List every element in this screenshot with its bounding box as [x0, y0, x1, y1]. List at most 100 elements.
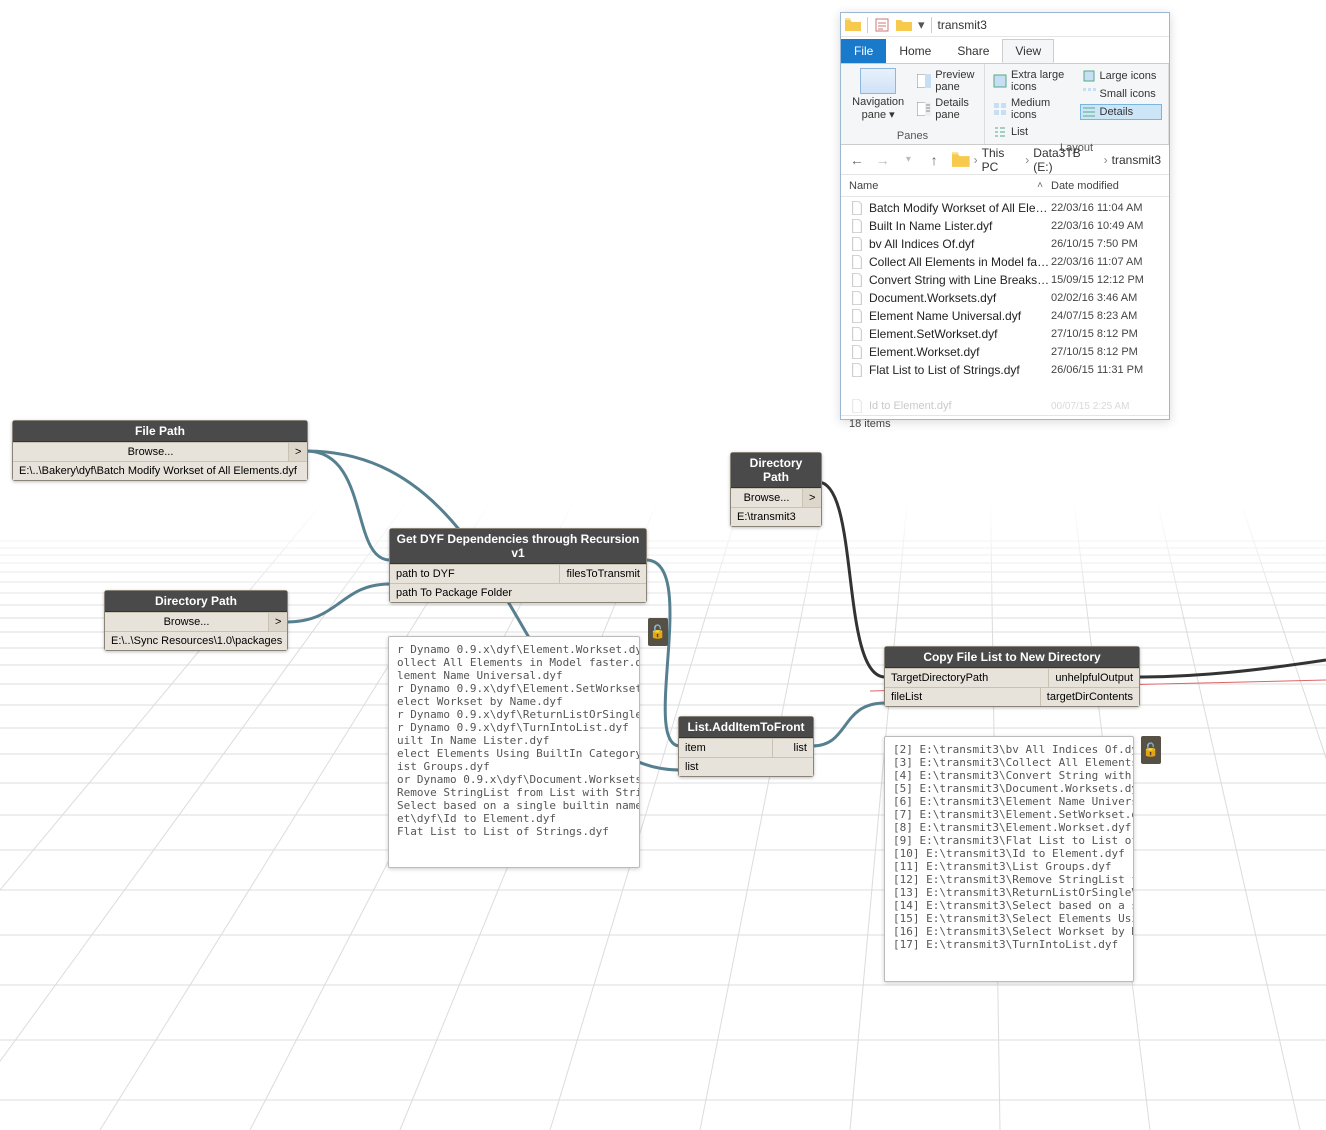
recent-locations-button[interactable]: ▾: [901, 154, 917, 165]
file-date: 15/09/15 12:12 PM: [1051, 274, 1161, 286]
list-item[interactable]: Element.Workset.dyf27/10/15 8:12 PM: [841, 343, 1169, 361]
input-port-file-list[interactable]: fileList: [885, 688, 1041, 706]
node-directory-path-packages[interactable]: Directory Path Browse... > E:\..\Sync Re…: [104, 590, 288, 651]
file-name: Element.SetWorkset.dyf: [869, 327, 1051, 341]
file-icon: [849, 272, 865, 288]
details-view-icon: [1082, 105, 1096, 119]
input-port-target-directory-path[interactable]: TargetDirectoryPath: [885, 669, 1049, 687]
details-pane-button[interactable]: Details pane: [915, 96, 978, 122]
qat-dropdown-icon[interactable]: ▾: [918, 17, 925, 33]
output-chevron[interactable]: >: [269, 613, 287, 631]
file-icon: [849, 236, 865, 252]
ribbon: Navigation pane ▾ Preview pane Details p…: [841, 63, 1169, 145]
list-item[interactable]: Element Name Universal.dyf24/07/15 8:23 …: [841, 307, 1169, 325]
breadcrumb-folder: transmit3: [1112, 153, 1161, 167]
node-file-path[interactable]: File Path Browse... > E:\..\Bakery\dyf\B…: [12, 420, 308, 481]
extra-large-icons-button[interactable]: Extra large icons: [991, 68, 1074, 94]
tab-home[interactable]: Home: [886, 39, 944, 63]
large-icons-button[interactable]: Large icons: [1080, 68, 1163, 84]
file-date: 22/03/16 10:49 AM: [1051, 220, 1161, 232]
preview-pane-icon: [917, 74, 931, 88]
forward-button[interactable]: →: [875, 152, 891, 168]
output-chevron[interactable]: >: [803, 489, 821, 507]
list-item-truncated: Id to Element.dyf 00/07/15 2:25 AM: [841, 397, 1169, 415]
node-title: File Path: [13, 421, 307, 442]
column-name[interactable]: Name ˄: [849, 180, 1051, 192]
dynamo-canvas[interactable]: File Path Browse... > E:\..\Bakery\dyf\B…: [0, 0, 1326, 1130]
output-port-target-dir-contents[interactable]: targetDirContents: [1041, 688, 1139, 706]
file-icon: [849, 308, 865, 324]
file-date: 27/10/15 8:12 PM: [1051, 346, 1161, 358]
sort-indicator-icon: ˄: [1037, 180, 1043, 191]
list-item[interactable]: Flat List to List of Strings.dyf26/06/15…: [841, 361, 1169, 379]
list-item[interactable]: Collect All Elements in Model faster.dyf…: [841, 253, 1169, 271]
output-port-files-to-transmit[interactable]: filesToTransmit: [560, 565, 646, 583]
up-button[interactable]: ↑: [926, 152, 942, 168]
input-port-path-to-dyf[interactable]: path to DYF: [390, 565, 560, 583]
file-icon: [849, 290, 865, 306]
file-name: Collect All Elements in Model faster.dyf: [869, 255, 1051, 269]
node-directory-path-transmit[interactable]: Directory Path Browse... > E:\transmit3: [730, 452, 822, 527]
browse-button[interactable]: Browse...: [105, 613, 269, 631]
input-port-item[interactable]: item: [679, 739, 773, 757]
small-icons-button[interactable]: Small icons: [1080, 86, 1163, 102]
breadcrumb-this-pc: This PC›: [982, 146, 1030, 174]
file-icon: [849, 362, 865, 378]
file-icon: [849, 218, 865, 234]
tab-view[interactable]: View: [1002, 39, 1054, 63]
browse-button[interactable]: Browse...: [731, 489, 803, 507]
separator: [931, 17, 932, 33]
node-title: Directory Path: [105, 591, 287, 612]
input-port-path-to-package-folder[interactable]: path To Package Folder: [390, 584, 646, 602]
window-title: transmit3: [938, 18, 987, 32]
file-name: Flat List to List of Strings.dyf: [869, 363, 1051, 377]
output-port-list[interactable]: list: [773, 739, 813, 757]
browse-button[interactable]: Browse...: [13, 443, 289, 461]
separator: [867, 17, 868, 33]
file-path-value: E:\..\Bakery\dyf\Batch Modify Workset of…: [13, 461, 307, 480]
file-date: 22/03/16 11:07 AM: [1051, 256, 1161, 268]
list-item[interactable]: bv All Indices Of.dyf26/10/15 7:50 PM: [841, 235, 1169, 253]
file-name: Element Name Universal.dyf: [869, 309, 1051, 323]
file-icon: [849, 200, 865, 216]
navigation-pane-label: Navigation pane ▾: [847, 96, 909, 121]
input-port-list[interactable]: list: [679, 758, 813, 776]
list-item[interactable]: Built In Name Lister.dyf22/03/16 10:49 A…: [841, 217, 1169, 235]
preview-output-deps: r Dynamo 0.9.x\dyf\Element.Workset.dyf o…: [388, 636, 640, 868]
explorer-titlebar[interactable]: ▾ transmit3: [841, 13, 1169, 37]
list-item[interactable]: Convert String with Line Breaks into Lis…: [841, 271, 1169, 289]
file-name: Document.Worksets.dyf: [869, 291, 1051, 305]
breadcrumb[interactable]: › This PC› Data3TB (E:)› transmit3: [952, 146, 1161, 174]
column-date-modified[interactable]: Date modified: [1051, 180, 1161, 192]
column-headers[interactable]: Name ˄ Date modified: [841, 175, 1169, 197]
file-date: 26/06/15 11:31 PM: [1051, 364, 1161, 376]
list-item[interactable]: Document.Worksets.dyf02/02/16 3:46 AM: [841, 289, 1169, 307]
explorer-window[interactable]: ▾ transmit3 File Home Share View Navigat…: [840, 12, 1170, 420]
list-item[interactable]: Batch Modify Workset of All Elements.dyf…: [841, 199, 1169, 217]
preview-pane-button[interactable]: Preview pane: [915, 68, 978, 94]
tab-share[interactable]: Share: [944, 39, 1002, 63]
node-copy-file-list[interactable]: Copy File List to New Directory TargetDi…: [884, 646, 1140, 707]
output-port-unhelpful-output[interactable]: unhelpfulOutput: [1049, 669, 1139, 687]
medium-icons-button[interactable]: Medium icons: [991, 96, 1074, 122]
node-get-dyf-dependencies[interactable]: Get DYF Dependencies through Recursion v…: [389, 528, 647, 603]
node-list-additemtofront[interactable]: List.AddItemToFront item list list: [678, 716, 814, 777]
back-button[interactable]: ←: [849, 152, 865, 168]
properties-icon[interactable]: [874, 17, 890, 33]
file-date: 24/07/15 8:23 AM: [1051, 310, 1161, 322]
file-icon: [849, 344, 865, 360]
details-view-button[interactable]: Details: [1080, 104, 1163, 120]
navigation-pane-button[interactable]: Navigation pane ▾: [847, 68, 909, 122]
preview-pin-icon[interactable]: 🔓: [1141, 736, 1161, 764]
output-chevron[interactable]: >: [289, 443, 307, 461]
list-item[interactable]: Element.SetWorkset.dyf27/10/15 8:12 PM: [841, 325, 1169, 343]
tab-file[interactable]: File: [841, 39, 886, 63]
file-date: 02/02/16 3:46 AM: [1051, 292, 1161, 304]
folder-small-icon[interactable]: [896, 17, 912, 33]
preview-pin-icon[interactable]: 🔓: [648, 618, 668, 646]
list-button[interactable]: List: [991, 124, 1074, 140]
extra-large-icons-icon: [993, 74, 1007, 88]
file-list[interactable]: Batch Modify Workset of All Elements.dyf…: [841, 197, 1169, 397]
small-icons-icon: [1082, 87, 1096, 101]
large-icons-icon: [1082, 69, 1096, 83]
